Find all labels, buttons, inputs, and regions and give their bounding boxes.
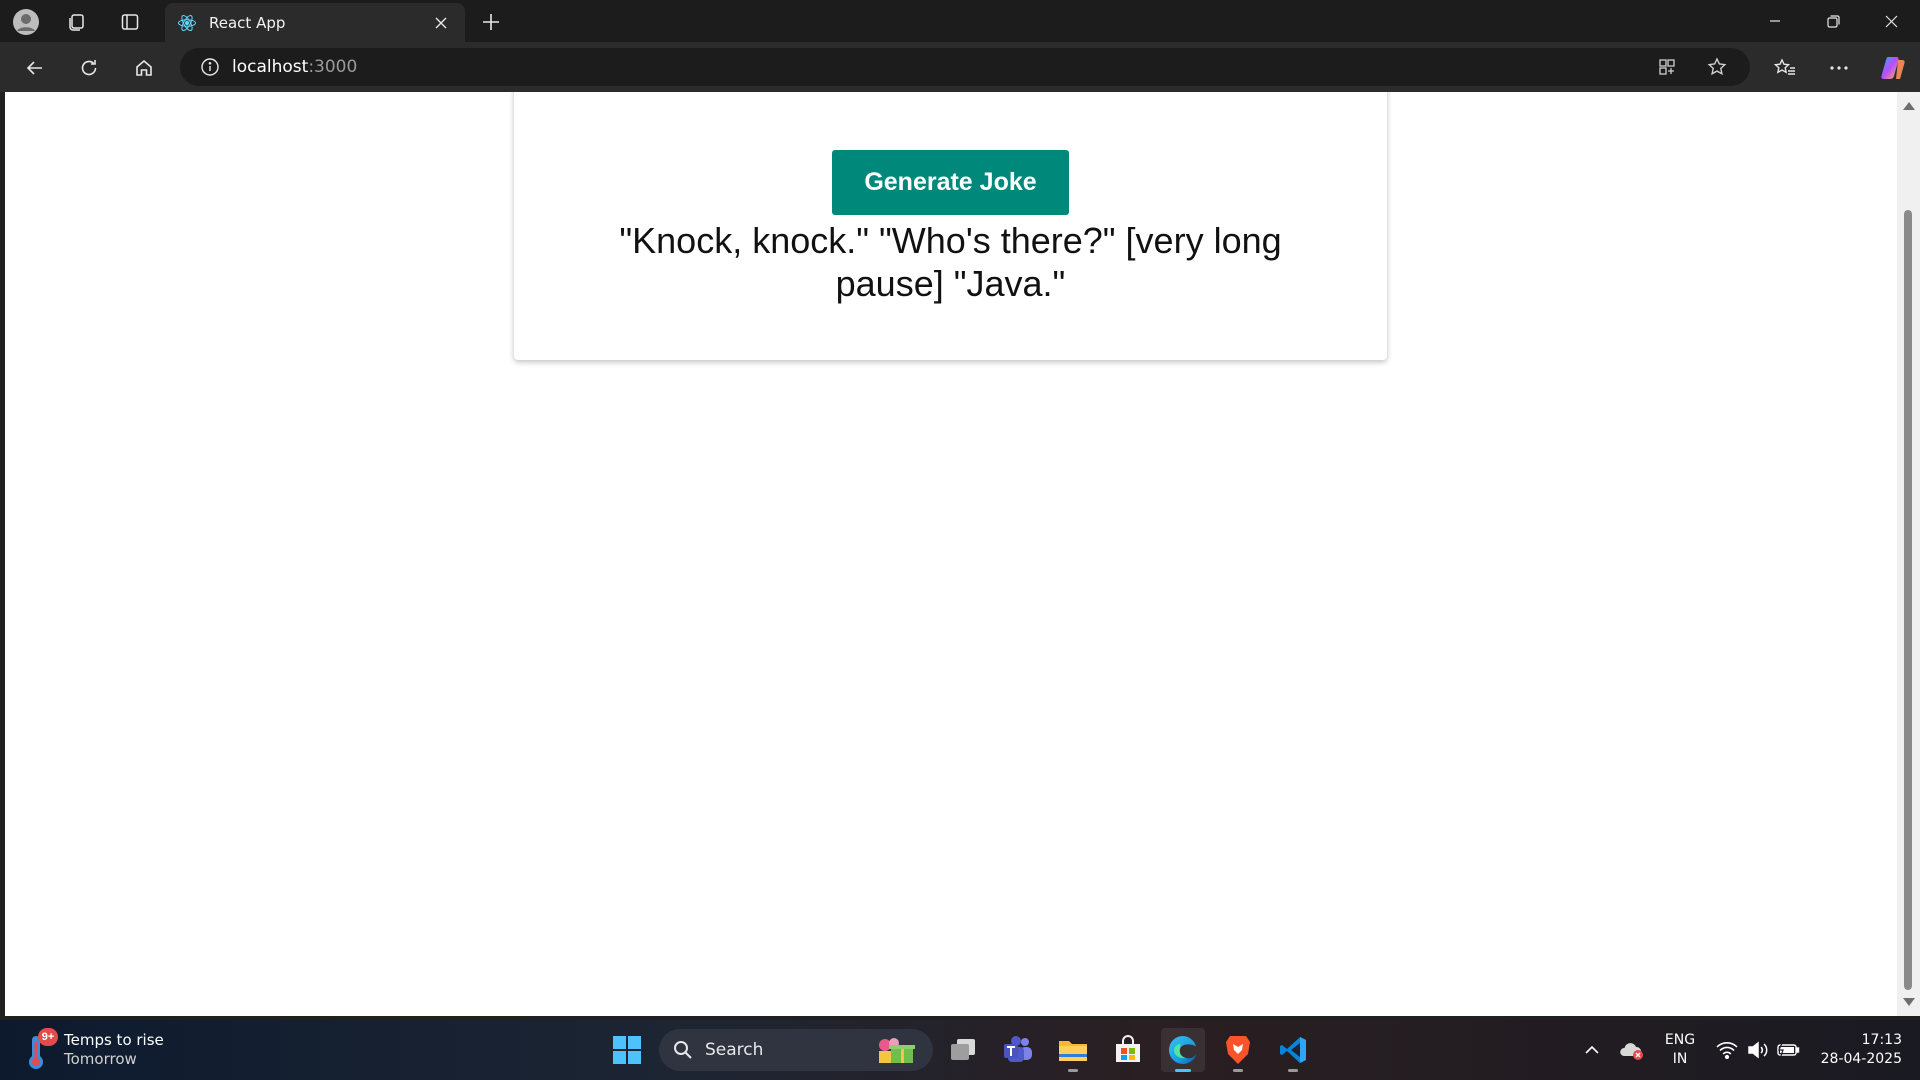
scrollbar-thumb[interactable]	[1904, 210, 1912, 990]
joke-text: "Knock, knock." "Who's there?" [very lon…	[619, 220, 1282, 304]
explorer-running-indicator	[1068, 1069, 1078, 1072]
wifi-icon[interactable]	[1714, 1020, 1740, 1080]
teams-icon[interactable]	[996, 1028, 1040, 1072]
battery-icon[interactable]	[1774, 1020, 1802, 1080]
weather-title: Temps to rise	[64, 1031, 164, 1049]
brave-browser-icon[interactable]	[1216, 1028, 1260, 1072]
vertical-tabs-icon[interactable]	[114, 6, 146, 38]
weather-badge: 9+	[38, 1028, 58, 1046]
clock-time: 17:13	[1861, 1032, 1902, 1048]
favorites-icon[interactable]	[1768, 51, 1802, 85]
minimize-icon[interactable]	[1746, 0, 1804, 42]
more-menu-icon[interactable]	[1822, 51, 1856, 85]
weather-subtitle: Tomorrow	[64, 1050, 137, 1068]
edge-active-indicator	[1175, 1069, 1191, 1072]
volume-icon[interactable]	[1745, 1020, 1771, 1080]
thermometer-icon: 9+	[22, 1028, 58, 1072]
scroll-down-arrow-icon[interactable]	[1903, 998, 1915, 1006]
new-tab-icon[interactable]	[475, 6, 507, 38]
react-logo-icon	[177, 13, 197, 33]
system-clock[interactable]: 17:13 28-04-2025	[1806, 1031, 1902, 1069]
lang-primary: ENG	[1664, 1032, 1696, 1048]
language-indicator[interactable]: ENG IN	[1660, 1031, 1700, 1069]
window-close-icon[interactable]	[1862, 0, 1920, 42]
generate-joke-button[interactable]: Generate Joke	[832, 150, 1069, 215]
brave-running-indicator	[1233, 1069, 1243, 1072]
app-available-icon[interactable]	[1650, 50, 1684, 84]
url-text[interactable]: localhost:3000	[232, 57, 357, 77]
browser-toolbar: localhost:3000	[0, 42, 1920, 92]
address-bar[interactable]: localhost:3000	[180, 48, 1750, 86]
restore-icon[interactable]	[1804, 0, 1862, 42]
copilot-icon[interactable]	[1876, 51, 1910, 85]
weather-widget[interactable]: 9+ Temps to rise Tomorrow	[22, 1028, 164, 1072]
url-port: :3000	[308, 57, 358, 77]
home-icon[interactable]	[127, 51, 161, 85]
microsoft-store-icon[interactable]	[1106, 1028, 1150, 1072]
clock-date: 28-04-2025	[1820, 1051, 1902, 1067]
lang-secondary: IN	[1672, 1051, 1688, 1067]
search-highlight-gift-icon	[875, 1035, 921, 1065]
reload-icon[interactable]	[72, 51, 106, 85]
start-windows-icon[interactable]	[605, 1028, 649, 1072]
vscode-icon[interactable]	[1271, 1028, 1315, 1072]
browser-tab-bar: React App	[0, 0, 1920, 42]
tab-close-icon[interactable]	[429, 11, 453, 35]
workspaces-icon[interactable]	[60, 6, 92, 38]
url-host: localhost	[232, 57, 309, 77]
back-arrow-icon[interactable]	[18, 51, 52, 85]
profile-avatar-icon[interactable]	[10, 6, 42, 38]
scroll-up-arrow-icon[interactable]	[1903, 102, 1915, 110]
tab-react-app[interactable]: React App	[165, 3, 465, 42]
edge-browser-icon[interactable]	[1161, 1028, 1205, 1072]
tab-title: React App	[209, 13, 286, 32]
vscode-running-indicator	[1288, 1069, 1298, 1072]
site-info-icon[interactable]	[190, 48, 230, 86]
task-view-icon[interactable]	[941, 1028, 985, 1072]
search-icon	[674, 1041, 692, 1059]
taskbar-search-box[interactable]: Search	[659, 1029, 933, 1071]
windows-taskbar: 9+ Temps to rise Tomorrow Search ENG IN …	[0, 1020, 1920, 1080]
file-explorer-icon[interactable]	[1051, 1028, 1095, 1072]
search-label: Search	[705, 1040, 764, 1060]
show-hidden-icons-chevron-icon[interactable]	[1580, 1020, 1604, 1080]
page-scrollbar[interactable]	[1897, 92, 1920, 1016]
page-viewport: Generate Joke "Knock, knock." "Who's the…	[5, 92, 1897, 1016]
joke-card: Generate Joke "Knock, knock." "Who's the…	[514, 92, 1387, 360]
favorite-star-icon[interactable]	[1700, 50, 1734, 84]
onedrive-error-icon[interactable]	[1618, 1020, 1646, 1080]
